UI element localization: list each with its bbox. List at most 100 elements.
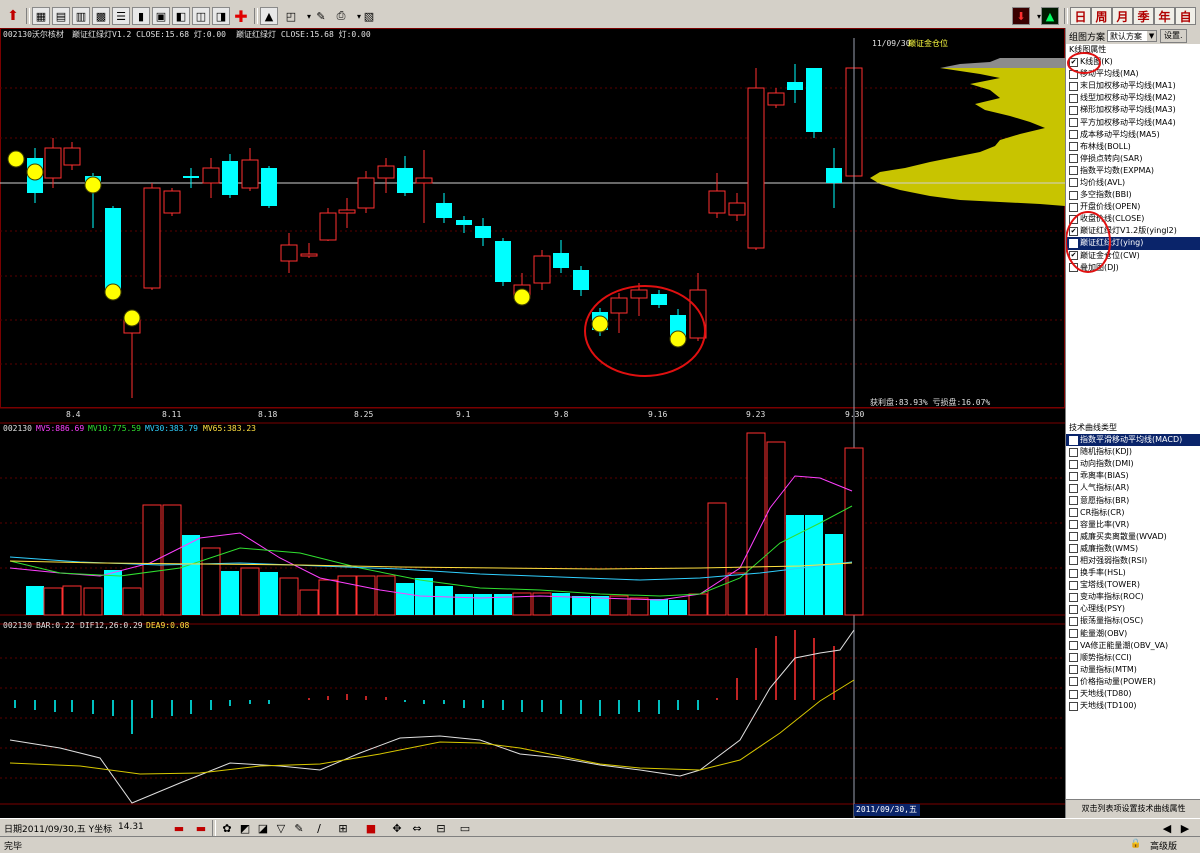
kline-item[interactable]: 成本移动平均线(MA5): [1066, 129, 1200, 141]
checkbox[interactable]: [1069, 701, 1078, 711]
grid-tool-icon[interactable]: ⊞: [334, 819, 352, 837]
checkbox[interactable]: [1069, 202, 1078, 212]
checkbox[interactable]: [1069, 178, 1078, 188]
checkbox[interactable]: [1069, 471, 1078, 481]
checkbox[interactable]: [1069, 520, 1078, 530]
checkbox[interactable]: [1069, 580, 1078, 590]
tech-item[interactable]: 天地线(TD80): [1066, 688, 1200, 700]
checkbox[interactable]: [1069, 689, 1078, 699]
table-icon[interactable]: ▤: [52, 7, 70, 25]
draw-icon[interactable]: ◪: [254, 819, 272, 837]
move-icon[interactable]: ✥: [388, 819, 406, 837]
period-week-button[interactable]: 周: [1091, 7, 1112, 25]
brush-icon[interactable]: ✎: [312, 7, 330, 25]
checkbox[interactable]: [1069, 496, 1078, 506]
checkbox[interactable]: [1069, 142, 1078, 152]
kline-item[interactable]: ✔ 巅证红绿灯V1.2版(yingl2): [1066, 225, 1200, 237]
tech-item[interactable]: 威廉买卖离散量(WVAD): [1066, 531, 1200, 543]
tech-item[interactable]: 振荡量指标(OSC): [1066, 615, 1200, 627]
checkbox[interactable]: [1069, 69, 1078, 79]
kline-icon[interactable]: ▲: [260, 7, 278, 25]
tech-item[interactable]: 顺势指标(CCI): [1066, 652, 1200, 664]
kline-item[interactable]: 末日加权移动平均线(MA1): [1066, 80, 1200, 92]
checkbox[interactable]: [1069, 653, 1078, 663]
checkbox[interactable]: [1069, 677, 1078, 687]
tech-item[interactable]: 天地线(TD100): [1066, 700, 1200, 712]
book-icon[interactable]: ◨: [212, 7, 230, 25]
grid-icon[interactable]: ▩: [92, 7, 110, 25]
period-year-button[interactable]: 年: [1154, 7, 1175, 25]
period-day-button[interactable]: 日: [1070, 7, 1091, 25]
checkbox[interactable]: [1069, 81, 1078, 91]
checkbox[interactable]: ✔: [1069, 251, 1078, 261]
kline-item[interactable]: 指数平均数(EXPMA): [1066, 165, 1200, 177]
checkbox[interactable]: [1069, 190, 1078, 200]
tech-item[interactable]: VA修正能量潮(OBV_VA): [1066, 640, 1200, 652]
list-icon[interactable]: ☰: [112, 7, 130, 25]
kline-item[interactable]: ✔ K线图(K): [1066, 56, 1200, 68]
frame-icon[interactable]: ▭: [456, 819, 474, 837]
period-month-button[interactable]: 月: [1112, 7, 1133, 25]
checkbox[interactable]: ✔: [1069, 57, 1078, 67]
fit-icon[interactable]: ⊟: [432, 819, 450, 837]
checkbox[interactable]: [1069, 166, 1078, 176]
palette-icon[interactable]: ✿: [218, 819, 236, 837]
checkbox[interactable]: ✔: [1069, 226, 1078, 236]
tech-item[interactable]: 宝塔线(TOWER): [1066, 579, 1200, 591]
checkbox[interactable]: [1069, 508, 1078, 518]
tech-item[interactable]: 意愿指标(BR): [1066, 494, 1200, 506]
scroll-right-icon[interactable]: ▶: [1176, 819, 1194, 837]
checkbox[interactable]: [1069, 214, 1078, 224]
layout-icon[interactable]: ◰: [282, 7, 300, 25]
checkbox[interactable]: [1069, 154, 1078, 164]
tech-item[interactable]: 心理线(PSY): [1066, 603, 1200, 615]
green-indicator-icon[interactable]: ▲: [1041, 7, 1059, 25]
kline-item[interactable]: 梯形加权移动平均线(MA3): [1066, 104, 1200, 116]
kline-item[interactable]: 均价线(AVL): [1066, 177, 1200, 189]
chevron-down-icon[interactable]: ▼: [1147, 31, 1157, 41]
kline-item[interactable]: 收盘价线(CLOSE): [1066, 213, 1200, 225]
checkbox[interactable]: [1069, 604, 1078, 614]
bars-icon[interactable]: ▮: [132, 7, 150, 25]
tech-item[interactable]: 能量潮(OBV): [1066, 628, 1200, 640]
print-icon[interactable]: ⎙: [332, 7, 350, 25]
checkbox[interactable]: [1069, 532, 1078, 542]
triangle-icon[interactable]: ▽: [272, 819, 290, 837]
film-icon[interactable]: ◫: [192, 7, 210, 25]
checkbox[interactable]: [1069, 118, 1078, 128]
red-gauge2-icon[interactable]: ▬: [192, 819, 210, 837]
kline-item[interactable]: 开盘价线(OPEN): [1066, 201, 1200, 213]
tech-item[interactable]: 动量指标(MTM): [1066, 664, 1200, 676]
checkbox[interactable]: [1069, 616, 1078, 626]
checkbox[interactable]: [1069, 629, 1078, 639]
checkbox[interactable]: [1069, 544, 1078, 554]
kline-item[interactable]: 线型加权移动平均线(MA2): [1066, 92, 1200, 104]
line-icon[interactable]: ∕: [310, 819, 328, 837]
stock-chart[interactable]: 002130沃尔核材 巅证红绿灯V1.2 CLOSE:15.68 灯:0.00 …: [0, 28, 1065, 818]
tech-item[interactable]: 价格指动量(POWER): [1066, 676, 1200, 688]
tech-item[interactable]: 变动率指标(ROC): [1066, 591, 1200, 603]
tech-item[interactable]: 相对强弱指数(RSI): [1066, 555, 1200, 567]
color-fill-icon[interactable]: ■: [362, 819, 380, 837]
tech-item[interactable]: 随机指标(KDJ): [1066, 446, 1200, 458]
monitor-icon[interactable]: ▣: [152, 7, 170, 25]
tech-item[interactable]: 人气指标(AR): [1066, 482, 1200, 494]
checkbox[interactable]: [1069, 483, 1078, 493]
kline-item[interactable]: 布林线(BOLL): [1066, 141, 1200, 153]
checkbox[interactable]: [1069, 435, 1078, 445]
red-gauge-icon[interactable]: ▬: [170, 819, 188, 837]
back-arrow-icon[interactable]: ⬆: [4, 7, 22, 25]
scheme-select[interactable]: 默认方案 ▼: [1107, 30, 1158, 42]
kline-item[interactable]: 巅证红绿灯(ying): [1066, 237, 1200, 250]
plus-icon[interactable]: ✚: [232, 7, 250, 26]
kline-item[interactable]: 叠加图(DJ): [1066, 262, 1200, 274]
tech-item[interactable]: CR指标(CR): [1066, 507, 1200, 519]
checkbox[interactable]: [1069, 592, 1078, 602]
checkbox[interactable]: [1069, 665, 1078, 675]
kline-item[interactable]: ✔ 巅证金仓位(CW): [1066, 250, 1200, 262]
tech-item[interactable]: 动向指数(DMI): [1066, 458, 1200, 470]
checkbox[interactable]: [1069, 459, 1078, 469]
image-icon[interactable]: ▧: [360, 7, 378, 25]
kline-item[interactable]: 平方加权移动平均线(MA4): [1066, 116, 1200, 128]
chart-icon[interactable]: ▥: [72, 7, 90, 25]
